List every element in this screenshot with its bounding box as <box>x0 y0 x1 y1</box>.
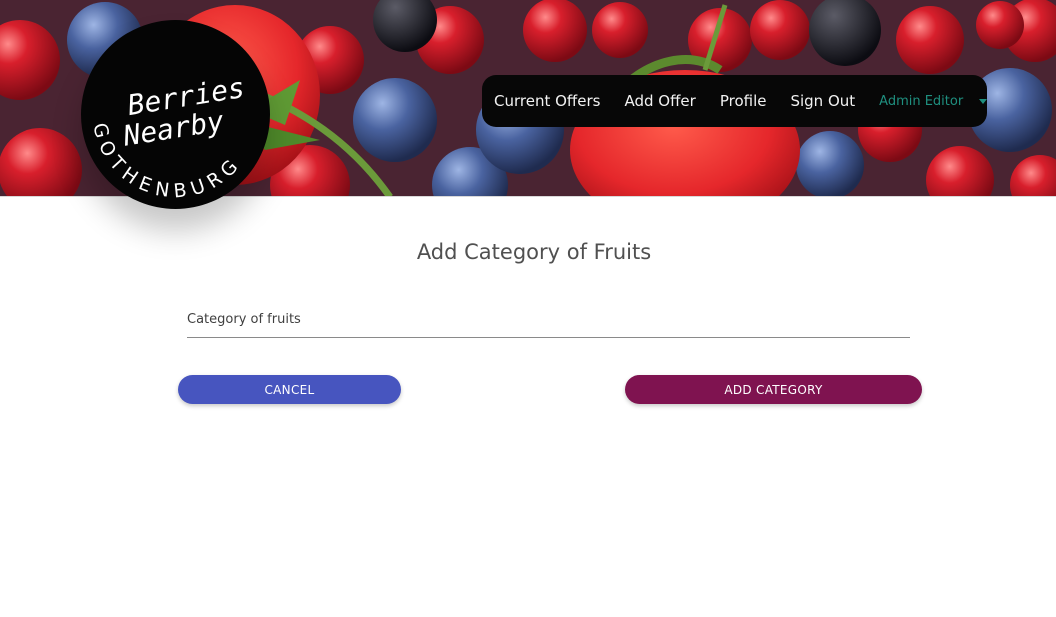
nav-add-offer[interactable]: Add Offer <box>624 92 695 110</box>
caret-down-icon <box>979 98 988 104</box>
cancel-button[interactable]: CANCEL <box>178 375 401 404</box>
add-category-button[interactable]: ADD CATEGORY <box>625 375 922 404</box>
page-title: Add Category of Fruits <box>416 240 652 264</box>
berries-nearby-logo[interactable]: GOTHENBURG Berries Nearby <box>81 20 270 209</box>
main-nav: Current Offers Add Offer Profile Sign Ou… <box>482 75 988 127</box>
user-menu-label: Admin Editor <box>879 93 964 109</box>
user-menu-dropdown[interactable]: Admin Editor <box>879 93 988 109</box>
nav-sign-out[interactable]: Sign Out <box>790 92 855 110</box>
category-field <box>187 302 910 338</box>
category-input[interactable] <box>187 302 910 336</box>
nav-current-offers[interactable]: Current Offers <box>494 92 600 110</box>
nav-profile[interactable]: Profile <box>720 92 767 110</box>
